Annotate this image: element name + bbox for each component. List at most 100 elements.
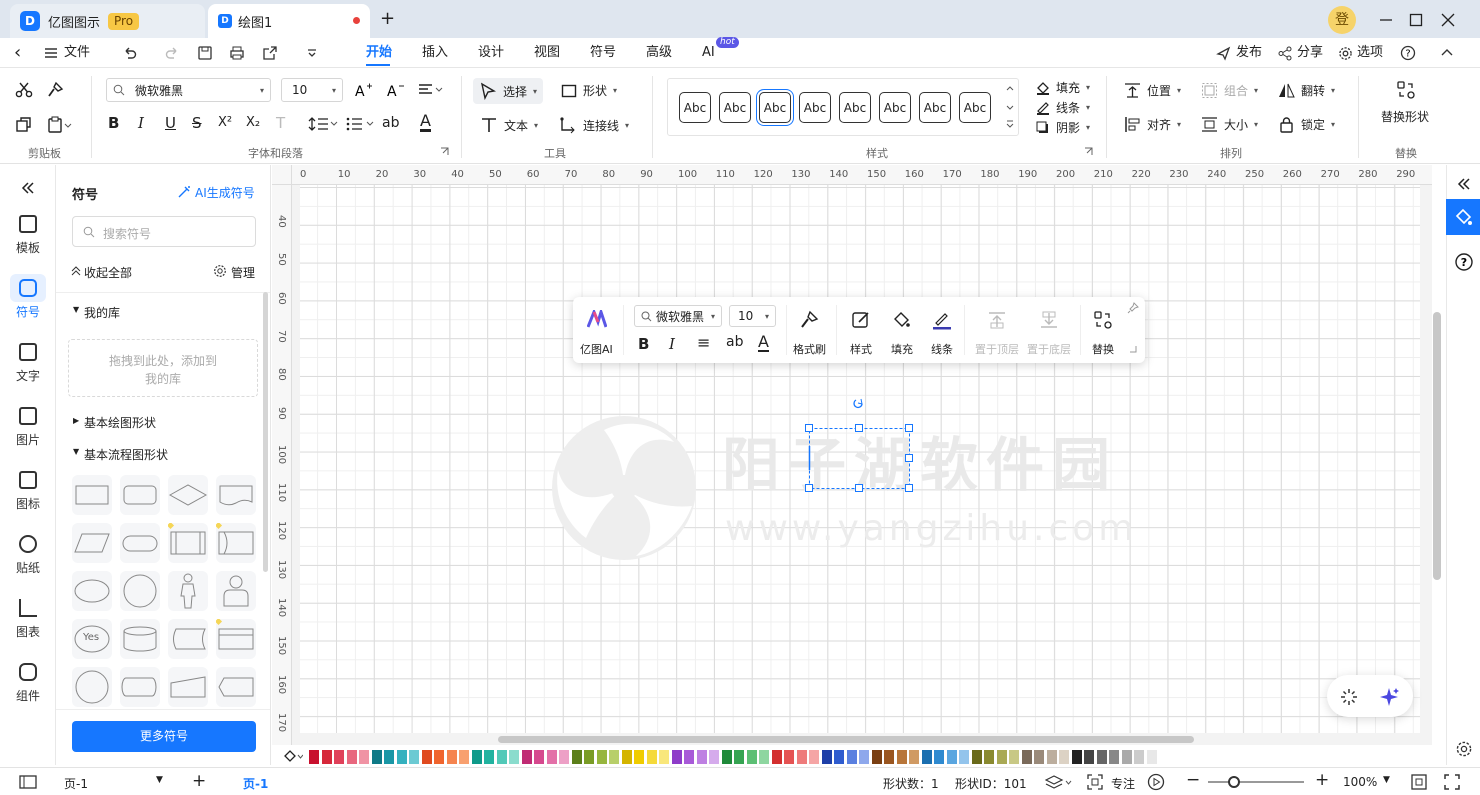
color-swatch[interactable] <box>646 750 657 764</box>
color-swatch[interactable] <box>659 750 669 764</box>
color-swatch[interactable] <box>721 750 732 764</box>
color-swatch[interactable] <box>359 750 369 764</box>
color-swatch[interactable] <box>1034 750 1044 764</box>
color-swatch[interactable] <box>1046 750 1057 764</box>
line-button[interactable]: 线条 ▾ <box>1036 99 1090 116</box>
color-swatch[interactable] <box>984 750 994 764</box>
color-swatch[interactable] <box>971 750 982 764</box>
color-swatch[interactable] <box>596 750 607 764</box>
color-swatch[interactable] <box>759 750 769 764</box>
resize-handle[interactable] <box>905 424 913 432</box>
shape-direct-access[interactable] <box>120 667 160 707</box>
color-swatch[interactable] <box>1084 750 1094 764</box>
minimize-icon[interactable] <box>1378 12 1394 28</box>
customize-quick-access-icon[interactable] <box>306 47 318 59</box>
color-swatch[interactable] <box>584 750 594 764</box>
float-bring-front-button[interactable]: 置于顶层 <box>975 341 1019 357</box>
my-library-dropzone[interactable]: 拖拽到此处，添加到 我的库 <box>68 339 258 397</box>
zoom-in-button[interactable]: + <box>1315 770 1329 790</box>
pin-icon[interactable] <box>1127 302 1139 314</box>
color-swatch[interactable] <box>634 750 644 764</box>
color-swatch[interactable] <box>521 750 532 764</box>
color-swatch[interactable] <box>534 750 544 764</box>
italic-button[interactable]: I <box>138 114 144 132</box>
nav-templates[interactable]: 模板 <box>0 215 56 256</box>
color-swatch[interactable] <box>321 750 332 764</box>
color-swatch[interactable] <box>684 750 694 764</box>
zoom-level[interactable]: 100% <box>1343 775 1377 789</box>
nav-components[interactable]: 组件 <box>0 663 56 704</box>
app-tab[interactable]: D 亿图图示 Pro <box>10 4 205 38</box>
save-icon[interactable] <box>197 45 213 61</box>
superscript-button[interactable]: X² <box>218 115 232 130</box>
text-spacing-button[interactable]: ab <box>382 115 399 131</box>
zoom-out-button[interactable]: − <box>1186 770 1200 790</box>
page-tab-active[interactable]: 页-1 <box>243 775 268 792</box>
float-font-family-select[interactable]: 微软雅黑 ▾ <box>634 305 722 327</box>
color-swatch[interactable] <box>496 750 507 764</box>
shape-yes-decision[interactable]: Yes <box>72 619 112 659</box>
shape-actor[interactable] <box>168 571 208 611</box>
symbol-search-input[interactable]: 搜索符号 <box>72 216 256 247</box>
style-swatch-selected[interactable]: Abc <box>759 92 791 123</box>
float-style-button[interactable]: 样式 <box>850 341 872 357</box>
maximize-icon[interactable] <box>1408 12 1424 28</box>
ai-sparkle-icon[interactable] <box>1378 686 1400 708</box>
user-avatar[interactable]: 登 <box>1328 6 1356 34</box>
bold-button[interactable]: B <box>108 114 119 132</box>
resize-handle[interactable] <box>905 454 913 462</box>
color-swatch[interactable] <box>784 750 794 764</box>
nav-charts[interactable]: 图表 <box>0 599 56 640</box>
tab-design[interactable]: 设计 <box>478 38 504 68</box>
zoom-dropdown-icon[interactable]: ▼ <box>1383 775 1390 785</box>
page-selector[interactable]: 页-1 <box>64 775 88 792</box>
color-swatch[interactable] <box>434 750 444 764</box>
shape-decision[interactable] <box>168 475 208 515</box>
size-button[interactable]: 大小 ▾ <box>1201 116 1258 133</box>
zoom-slider-thumb[interactable] <box>1228 776 1240 788</box>
float-font-color-button[interactable]: A <box>758 333 769 352</box>
replace-shape-icon[interactable] <box>1396 80 1416 100</box>
color-swatch[interactable] <box>771 750 782 764</box>
color-swatch[interactable] <box>896 750 907 764</box>
float-spacing-button[interactable]: ab <box>726 334 743 350</box>
basic-shapes-header[interactable]: 基本绘图形状 <box>84 414 156 431</box>
shape-tool[interactable]: 形状 ▾ <box>561 82 617 99</box>
style-swatch[interactable]: Abc <box>839 92 871 123</box>
color-swatch[interactable] <box>734 750 744 764</box>
color-swatch[interactable] <box>871 750 882 764</box>
color-swatch[interactable] <box>309 750 319 764</box>
nav-symbols[interactable]: 符号 <box>0 279 56 320</box>
color-swatch[interactable] <box>409 750 419 764</box>
float-line-button[interactable]: 线条 <box>931 341 953 357</box>
shape-document[interactable] <box>216 475 256 515</box>
close-icon[interactable] <box>1440 12 1456 28</box>
help-icon[interactable]: ? <box>1454 252 1474 272</box>
format-panel-button[interactable] <box>1446 199 1480 235</box>
print-icon[interactable] <box>229 45 245 61</box>
float-font-size-select[interactable]: 10 ▾ <box>729 305 776 327</box>
font-color-button[interactable]: A <box>420 113 431 132</box>
shape-rounded-process[interactable] <box>120 475 160 515</box>
ai-generate-symbol-link[interactable]: AI生成符号 <box>195 184 255 201</box>
color-swatch[interactable] <box>471 750 482 764</box>
color-swatch[interactable] <box>1021 750 1032 764</box>
shape-user[interactable] <box>216 571 256 611</box>
float-send-back-button[interactable]: 置于底层 <box>1027 341 1071 357</box>
tab-symbols[interactable]: 符号 <box>590 38 616 68</box>
color-swatch[interactable] <box>546 750 557 764</box>
nav-stickers[interactable]: 贴纸 <box>0 535 56 576</box>
publish-button[interactable]: 发布 <box>1236 38 1262 68</box>
subscript-button[interactable]: X₂ <box>246 115 260 130</box>
fill-palette-icon[interactable] <box>283 749 303 765</box>
shape-display[interactable] <box>216 667 256 707</box>
style-swatch[interactable]: Abc <box>919 92 951 123</box>
settings-gear-icon[interactable] <box>1455 740 1473 758</box>
color-swatch[interactable] <box>1146 750 1157 764</box>
color-swatch[interactable] <box>709 750 719 764</box>
export-icon[interactable] <box>262 45 278 61</box>
bullet-list-icon[interactable] <box>346 116 374 132</box>
selected-shape[interactable] <box>804 396 916 494</box>
increase-font-icon[interactable]: A <box>354 81 372 99</box>
float-italic-button[interactable]: I <box>669 335 675 353</box>
